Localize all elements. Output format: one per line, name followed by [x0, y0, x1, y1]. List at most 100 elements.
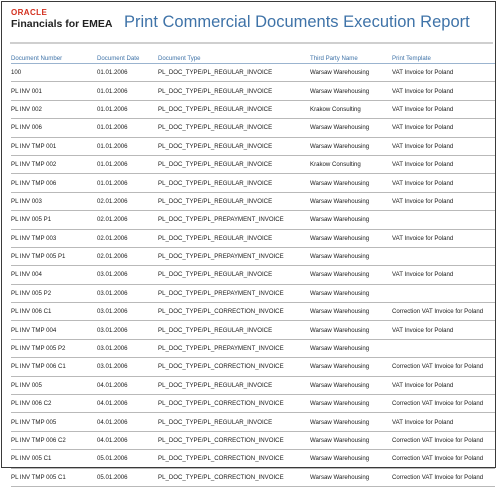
document-number-cell: PL INV 006 C1	[11, 302, 97, 322]
document-date-cell: 01.01.2006	[97, 100, 158, 120]
document-type-cell: PL_DOC_TYPE/PL_REGULAR_INVOICE	[158, 376, 310, 396]
column-header-third-party-name: Third Party Name	[310, 55, 392, 64]
document-date-cell: 02.01.2006	[97, 247, 158, 267]
table-row: PL INV 001 01.01.2006 PL_DOC_TYPE/PL_REGUL…	[11, 81, 495, 101]
table-row: PL INV TMP 002 01.01.2006 PL_DOC_TYPE/PL_R…	[11, 155, 495, 175]
product-name: Financials for EMEA	[11, 18, 113, 30]
document-number-cell: PL INV TMP 005	[11, 412, 97, 432]
document-number-cell: PL INV TMP 002	[11, 155, 97, 175]
document-date-cell: 04.01.2006	[97, 376, 158, 396]
document-number-cell: PL INV TMP 006 C2	[11, 431, 97, 451]
document-type-cell: PL_DOC_TYPE/PL_PREPAYMENT_INVOICE	[158, 339, 310, 359]
document-date-cell: 04.01.2006	[97, 394, 158, 414]
third-party-name-cell: Warsaw Warehousing	[310, 412, 392, 432]
document-number-cell: PL INV 005 P1	[11, 210, 97, 230]
table-row: PL INV TMP 006 C1 03.01.2006 PL_DOC_TYPE/P…	[11, 357, 495, 377]
print-template-cell: VAT Invoice for Poland	[392, 81, 495, 101]
document-date-cell: 05.01.2006	[97, 449, 158, 469]
document-number-cell: PL INV 005 P2	[11, 284, 97, 304]
third-party-name-cell: Warsaw Warehousing	[310, 431, 392, 451]
third-party-name-cell: Warsaw Warehousing	[310, 173, 392, 193]
print-template-cell: VAT Invoice for Poland	[392, 118, 495, 138]
third-party-name-cell: Warsaw Warehousing	[310, 265, 392, 285]
third-party-name-cell: Warsaw Warehousing	[310, 192, 392, 212]
document-date-cell: 02.01.2006	[97, 210, 158, 230]
document-date-cell: 01.01.2006	[97, 173, 158, 193]
document-type-cell: PL_DOC_TYPE/PL_REGULAR_INVOICE	[158, 192, 310, 212]
document-date-cell: 01.01.2006	[97, 118, 158, 138]
third-party-name-cell: Warsaw Warehousing	[310, 63, 392, 83]
third-party-name-cell: Warsaw Warehousing	[310, 376, 392, 396]
print-template-cell	[392, 210, 495, 230]
third-party-name-cell: Warsaw Warehousing	[310, 394, 392, 414]
document-number-cell: 100	[11, 63, 97, 83]
third-party-name-cell: Warsaw Warehousing	[310, 81, 392, 101]
table-row: PL INV 006 C2 04.01.2006 PL_DOC_TYPE/PL_CO…	[11, 394, 495, 414]
print-template-cell: VAT Invoice for Poland	[392, 137, 495, 156]
table-row: PL INV 003 02.01.2006 PL_DOC_TYPE/PL_REGUL…	[11, 192, 495, 212]
print-template-cell: VAT Invoice for Poland	[392, 192, 495, 212]
table-body: 100 01.01.2006 PL_DOC_TYPE/PL_REGULAR_INVO…	[11, 63, 495, 487]
document-number-cell: PL INV TMP 004	[11, 320, 97, 340]
column-header-document-type: Document Type	[158, 55, 310, 64]
third-party-name-cell: Warsaw Warehousing	[310, 339, 392, 359]
report-header: ORACLE Financials for EMEA Print Commerc…	[11, 8, 491, 38]
print-template-cell: Correction VAT Invoice for Poland	[392, 302, 495, 322]
document-type-cell: PL_DOC_TYPE/PL_REGULAR_INVOICE	[158, 320, 310, 340]
document-type-cell: PL_DOC_TYPE/PL_PREPAYMENT_INVOICE	[158, 284, 310, 304]
table-row: PL INV TMP 003 02.01.2006 PL_DOC_TYPE/PL_R…	[11, 229, 495, 248]
document-type-cell: PL_DOC_TYPE/PL_REGULAR_INVOICE	[158, 81, 310, 101]
document-number-cell: PL INV 005	[11, 376, 97, 396]
report-frame: ORACLE Financials for EMEA Print Commerc…	[1, 1, 496, 487]
document-number-cell: PL INV TMP 005 P1	[11, 247, 97, 267]
table-row: PL INV 005 P1 02.01.2006 PL_DOC_TYPE/PL_PR…	[11, 210, 495, 230]
print-template-cell: VAT Invoice for Poland	[392, 376, 495, 396]
table-row: PL INV TMP 006 01.01.2006 PL_DOC_TYPE/PL_R…	[11, 173, 495, 193]
table-row: PL INV 006 01.01.2006 PL_DOC_TYPE/PL_REGUL…	[11, 118, 495, 138]
print-template-cell: VAT Invoice for Poland	[392, 173, 495, 193]
document-date-cell: 01.01.2006	[97, 63, 158, 83]
table-row: PL INV 004 03.01.2006 PL_DOC_TYPE/PL_REGUL…	[11, 265, 495, 285]
document-type-cell: PL_DOC_TYPE/PL_CORRECTION_INVOICE	[158, 357, 310, 377]
title-divider	[10, 42, 493, 44]
table-row: PL INV TMP 004 03.01.2006 PL_DOC_TYPE/PL_R…	[11, 320, 495, 340]
document-number-cell: PL INV TMP 003	[11, 229, 97, 248]
third-party-name-cell: Warsaw Warehousing	[310, 210, 392, 230]
table-row: PL INV TMP 005 P2 03.01.2006 PL_DOC_TYPE/P…	[11, 339, 495, 359]
document-type-cell: PL_DOC_TYPE/PL_CORRECTION_INVOICE	[158, 431, 310, 451]
report-table: Document Number Document Date Document T…	[11, 55, 495, 487]
print-template-cell: VAT Invoice for Poland	[392, 265, 495, 285]
document-date-cell: 01.01.2006	[97, 81, 158, 101]
document-type-cell: PL_DOC_TYPE/PL_REGULAR_INVOICE	[158, 63, 310, 83]
table-header-row: Document Number Document Date Document T…	[11, 55, 495, 64]
document-date-cell: 03.01.2006	[97, 284, 158, 304]
table-row: PL INV 005 C1 05.01.2006 PL_DOC_TYPE/PL_CO…	[11, 449, 495, 469]
print-template-cell: VAT Invoice for Poland	[392, 63, 495, 83]
document-date-cell: 01.01.2006	[97, 137, 158, 156]
document-type-cell: PL_DOC_TYPE/PL_REGULAR_INVOICE	[158, 118, 310, 138]
document-date-cell: 02.01.2006	[97, 192, 158, 212]
print-template-cell: VAT Invoice for Poland	[392, 412, 495, 432]
table-row: PL INV TMP 005 04.01.2006 PL_DOC_TYPE/PL_R…	[11, 412, 495, 432]
document-date-cell: 04.01.2006	[97, 412, 158, 432]
document-type-cell: PL_DOC_TYPE/PL_REGULAR_INVOICE	[158, 155, 310, 175]
document-number-cell: PL INV TMP 006 C1	[11, 357, 97, 377]
document-date-cell: 04.01.2006	[97, 431, 158, 451]
table-row: PL INV 002 01.01.2006 PL_DOC_TYPE/PL_REGUL…	[11, 100, 495, 120]
document-type-cell: PL_DOC_TYPE/PL_REGULAR_INVOICE	[158, 229, 310, 248]
document-date-cell: 03.01.2006	[97, 320, 158, 340]
third-party-name-cell: Warsaw Warehousing	[310, 320, 392, 340]
print-template-cell: VAT Invoice for Poland	[392, 229, 495, 248]
document-type-cell: PL_DOC_TYPE/PL_PREPAYMENT_INVOICE	[158, 210, 310, 230]
third-party-name-cell: Krakow Consulting	[310, 155, 392, 175]
table-row: PL INV TMP 001 01.01.2006 PL_DOC_TYPE/PL_R…	[11, 137, 495, 156]
table-row: PL INV 006 C1 03.01.2006 PL_DOC_TYPE/PL_CO…	[11, 302, 495, 322]
document-type-cell: PL_DOC_TYPE/PL_CORRECTION_INVOICE	[158, 394, 310, 414]
document-type-cell: PL_DOC_TYPE/PL_REGULAR_INVOICE	[158, 137, 310, 156]
document-number-cell: PL INV 004	[11, 265, 97, 285]
print-template-cell	[392, 284, 495, 304]
column-header-print-template: Print Template	[392, 55, 495, 64]
table-row: PL INV TMP 005 P1 02.01.2006 PL_DOC_TYPE/P…	[11, 247, 495, 267]
print-template-cell: VAT Invoice for Poland	[392, 320, 495, 340]
print-template-cell: VAT Invoice for Poland	[392, 155, 495, 175]
